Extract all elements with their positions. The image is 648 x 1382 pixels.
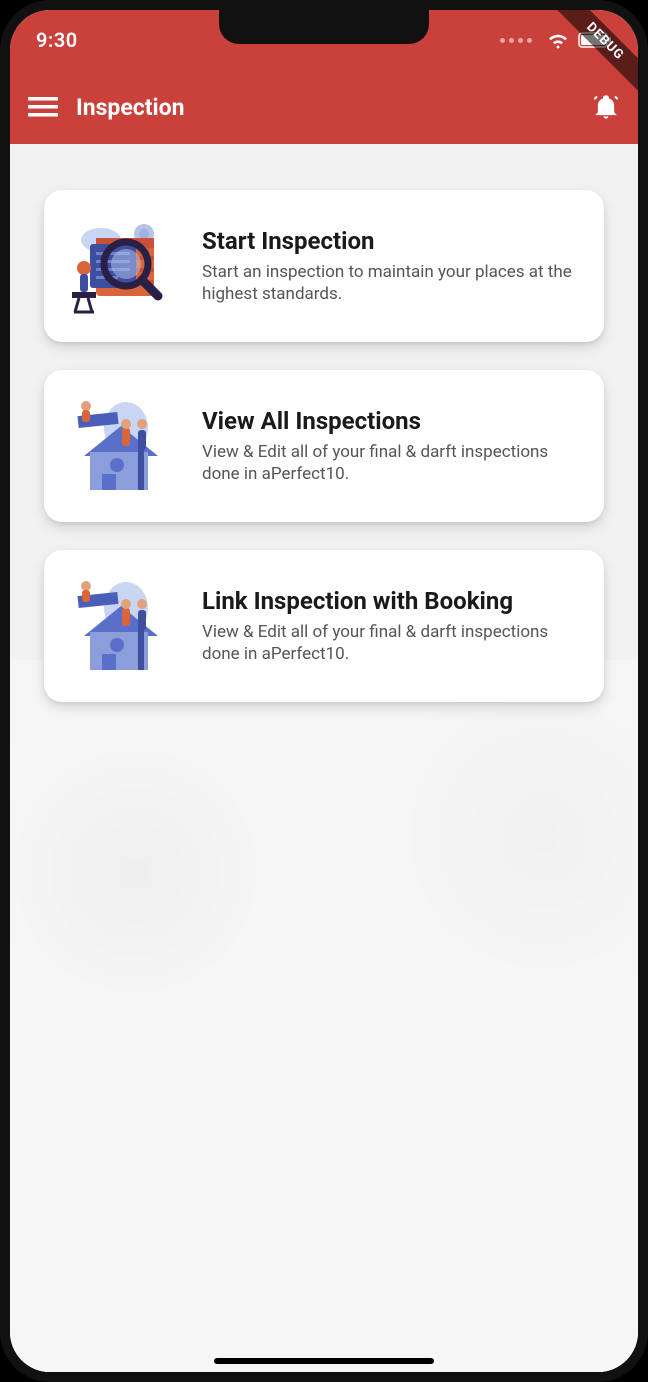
link-booking-illustration-icon [66, 572, 178, 680]
notification-bell-icon[interactable] [592, 93, 620, 121]
card-title: View All Inspections [202, 407, 582, 435]
card-description: Start an inspection to maintain your pla… [202, 261, 582, 305]
signal-dots-icon [500, 38, 532, 43]
page-title: Inspection [76, 94, 574, 121]
card-description: View & Edit all of your final & darft in… [202, 441, 582, 485]
card-link-inspection-booking[interactable]: Link Inspection with Booking View & Edit… [44, 550, 604, 702]
card-title: Start Inspection [202, 227, 582, 255]
card-start-inspection[interactable]: Start Inspection Start an inspection to … [44, 190, 604, 342]
menu-icon[interactable] [28, 95, 58, 119]
app-bar: Inspection [10, 70, 638, 144]
wifi-icon [546, 31, 570, 49]
card-description: View & Edit all of your final & darft in… [202, 621, 582, 665]
card-title: Link Inspection with Booking [202, 587, 582, 615]
view-inspections-illustration-icon [66, 392, 178, 500]
start-inspection-illustration-icon [66, 212, 178, 320]
home-indicator[interactable] [214, 1358, 434, 1364]
battery-icon [578, 32, 612, 48]
card-view-all-inspections[interactable]: View All Inspections View & Edit all of … [44, 370, 604, 522]
status-right-icons [500, 31, 612, 49]
status-time: 9:30 [36, 28, 78, 52]
content-area: Start Inspection Start an inspection to … [10, 144, 638, 1372]
